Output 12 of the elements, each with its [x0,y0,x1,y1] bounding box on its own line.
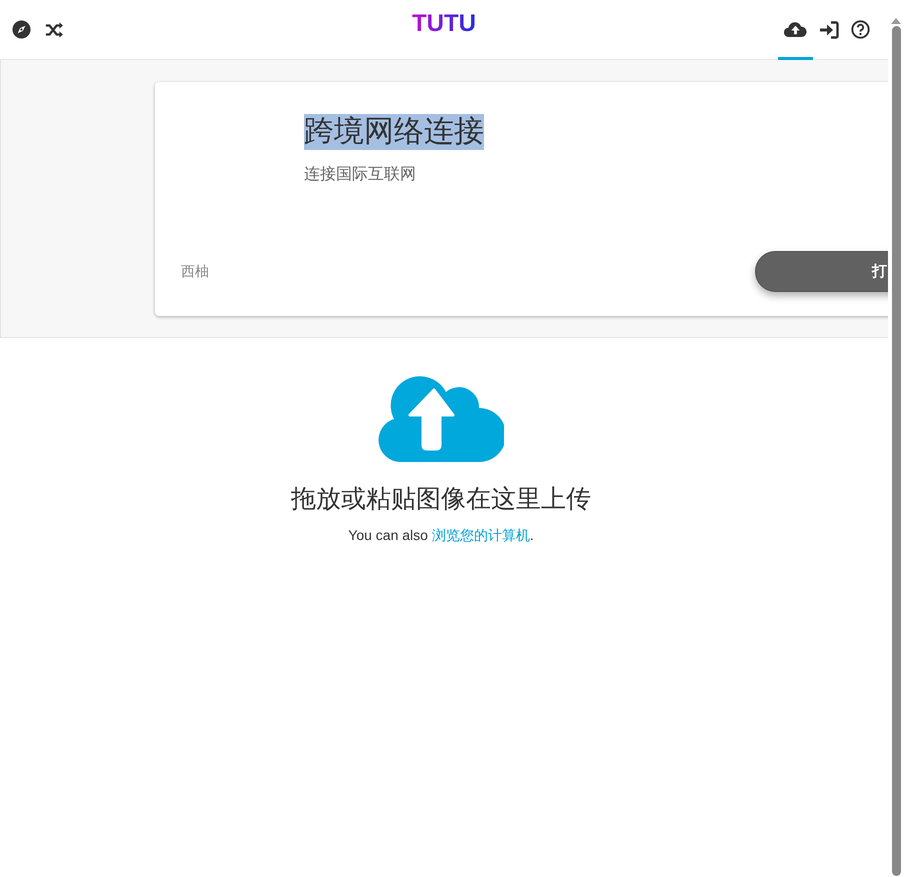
compass-icon[interactable] [12,20,31,39]
ad-subtitle: 连接国际互联网 [304,164,416,185]
upload-hint: You can also 浏览您的计算机. [348,527,534,545]
shuffle-icon[interactable] [44,20,64,38]
open-button[interactable]: 打 [755,251,888,292]
cloud-upload-icon[interactable] [378,374,504,462]
ad-source: 西柚 [181,262,209,280]
sign-in-icon [818,20,839,38]
cloud-upload-icon [784,21,807,38]
ad-title: 跨境网络连接 [304,114,484,150]
upload-heading: 拖放或粘贴图像在这里上传 [291,483,591,515]
help-icon [850,20,870,39]
